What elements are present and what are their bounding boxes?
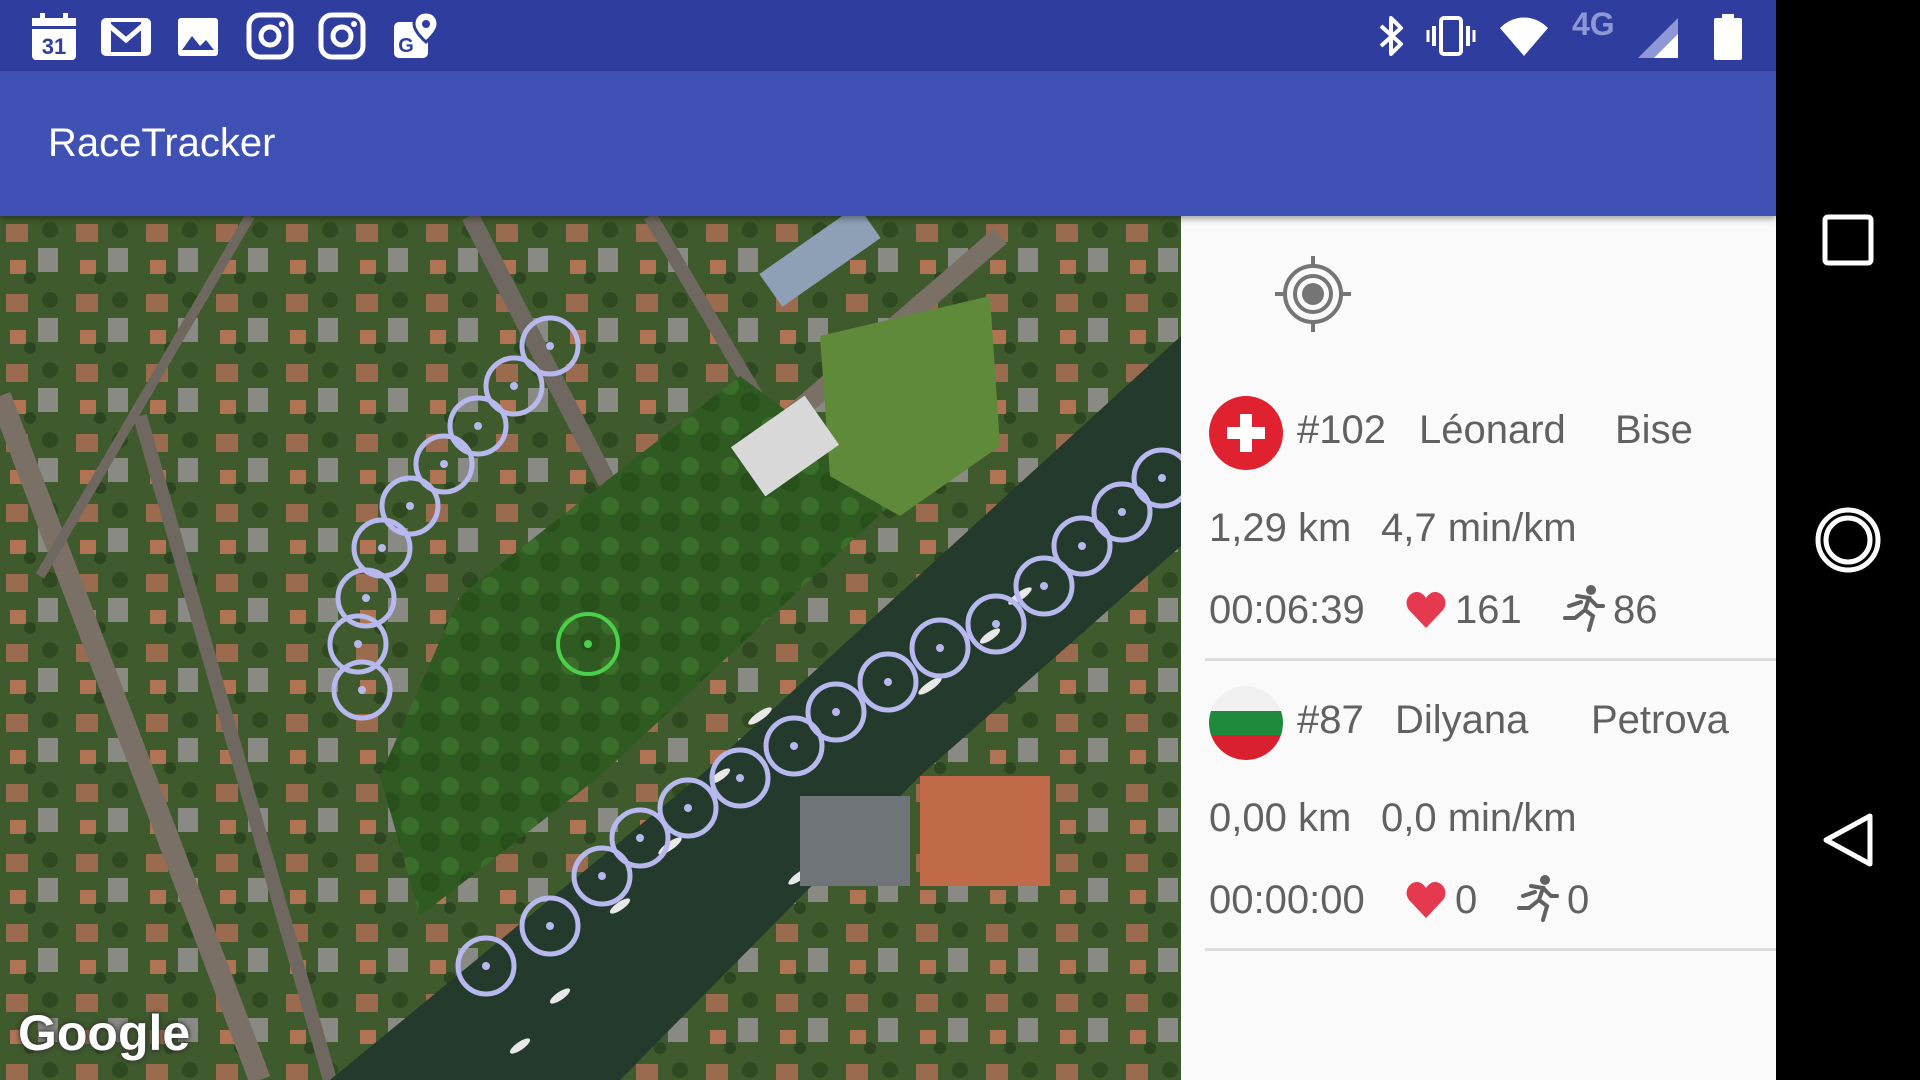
red-roof-building (920, 776, 1050, 886)
gallery-icon (172, 10, 224, 62)
runners-panel: #102 Léonard Bise 1,29 km 4,7 min/km 00:… (1181, 216, 1776, 1080)
bluetooth-icon (1365, 10, 1417, 62)
heart-icon (1405, 590, 1447, 635)
my-location-icon[interactable] (1273, 254, 1353, 334)
runner-time: 00:00:00 (1209, 878, 1365, 922)
runner-first-name: Dilyana (1395, 698, 1529, 742)
google-logo: Google (18, 1005, 191, 1061)
maps-icon: G (390, 10, 442, 62)
runner-card[interactable]: #102 Léonard Bise 1,29 km 4,7 min/km 00:… (1205, 376, 1776, 661)
runner-pace: 4,7 min/km (1381, 506, 1577, 550)
runner-distance: 0,00 km (1209, 796, 1352, 840)
svg-text:G: G (398, 35, 414, 57)
runner-last-name: Petrova (1591, 698, 1729, 742)
circle-icon (1815, 507, 1881, 573)
instagram-icon (316, 10, 368, 62)
runner-bib: #102 (1297, 408, 1386, 452)
back-button[interactable] (1776, 768, 1920, 912)
runner-heart-rate: 161 (1455, 588, 1522, 632)
home-button[interactable] (1776, 468, 1920, 612)
runner-card[interactable]: #87 Dilyana Petrova 0,00 km 0,0 min/km 0… (1205, 666, 1776, 951)
satellite-map[interactable]: Google (0, 216, 1181, 1080)
runner-last-name: Bise (1615, 408, 1693, 452)
instagram-icon (244, 10, 296, 62)
app-bar: RaceTracker (0, 71, 1776, 216)
solar-roof-building (800, 796, 910, 886)
runner-cadence: 0 (1567, 878, 1590, 922)
runner-cadence: 86 (1613, 588, 1658, 632)
calendar-icon: 31 (28, 10, 80, 62)
square-icon (1822, 214, 1874, 266)
app-screen: 31 G 4G RaceTracker Google #102 Léonard … (0, 0, 1776, 1080)
back-triangle-icon (1823, 813, 1873, 867)
signal-icon (1632, 12, 1684, 64)
runner-distance: 1,29 km (1209, 506, 1352, 550)
heart-icon (1405, 880, 1447, 925)
app-title: RaceTracker (48, 121, 276, 165)
map-canvas[interactable] (0, 216, 1181, 1080)
network-type: 4G (1572, 6, 1615, 42)
gmail-icon (100, 10, 152, 62)
wifi-icon (1498, 10, 1550, 62)
navigation-bar (1776, 0, 1920, 1080)
runner-pace: 0,0 min/km (1381, 796, 1577, 840)
svg-text:31: 31 (42, 34, 66, 59)
vibrate-icon (1425, 10, 1477, 62)
recents-button[interactable] (1776, 168, 1920, 312)
battery-icon (1702, 12, 1754, 64)
bulgaria-flag-icon (1209, 686, 1283, 760)
switzerland-flag-icon (1209, 396, 1283, 470)
runner-first-name: Léonard (1419, 408, 1566, 452)
running-icon (1561, 584, 1605, 637)
running-icon (1515, 874, 1559, 927)
runner-bib: #87 (1297, 698, 1364, 742)
runner-time: 00:06:39 (1209, 588, 1365, 632)
runner-heart-rate: 0 (1455, 878, 1478, 922)
status-bar: 31 G 4G (0, 0, 1776, 71)
